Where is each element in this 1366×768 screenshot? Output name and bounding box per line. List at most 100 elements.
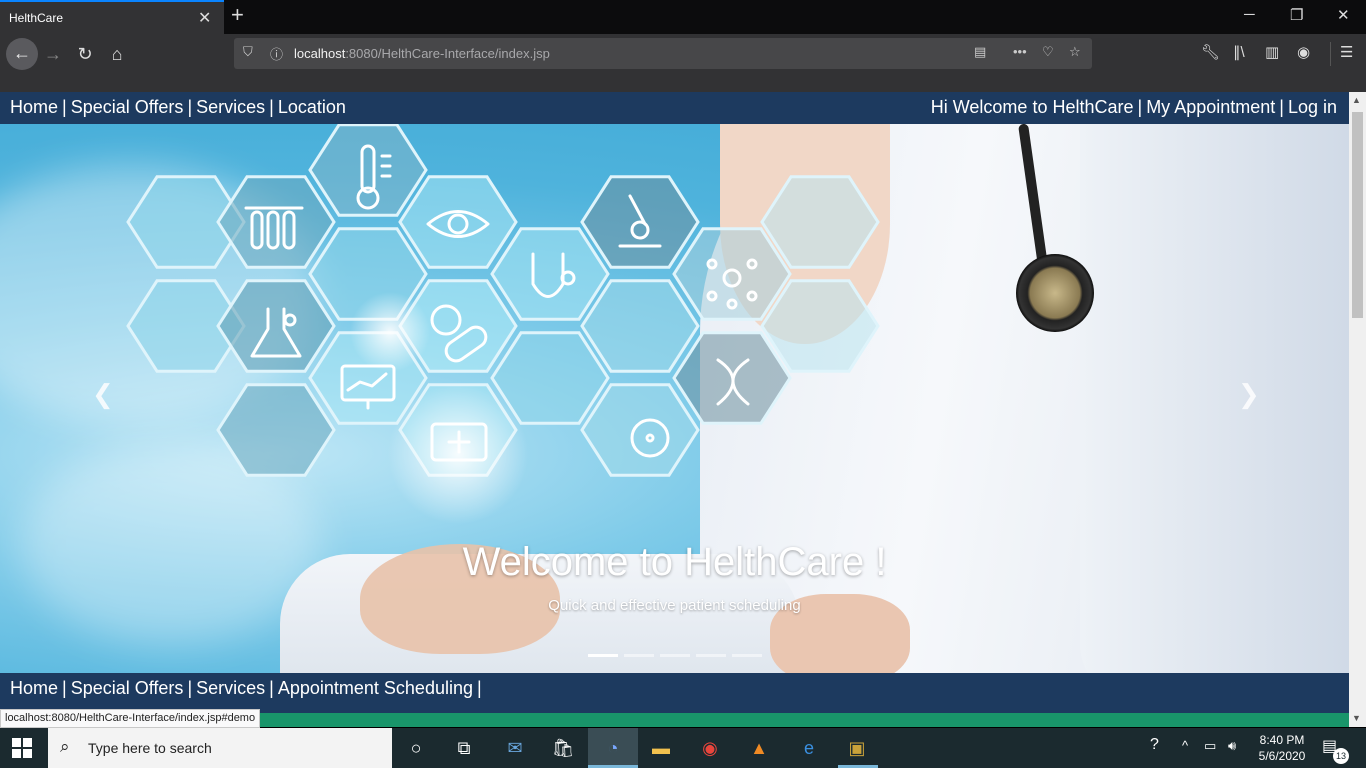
hexagon-tile — [760, 175, 880, 269]
toolbar-bottom — [0, 74, 1366, 92]
bottom-navigation: Home | Special Offers | Services | Appointment… — [0, 673, 1349, 713]
chevron-up-icon[interactable]: ^ — [1182, 738, 1188, 753]
nav-home-link[interactable]: Home — [10, 97, 58, 117]
vlc-icon[interactable]: ▲ — [746, 736, 772, 760]
medical-hexagon-graphic — [126, 124, 880, 524]
firefox-icon[interactable]: ◔ — [600, 736, 626, 760]
top-navigation: Home | Special Offers | Services | Location Hi… — [0, 92, 1349, 124]
hexagon-tile — [490, 227, 610, 321]
hexagon-tile — [216, 175, 336, 269]
hexagon-tile — [760, 279, 880, 373]
carousel-indicator[interactable] — [732, 654, 762, 657]
system-clock[interactable]: 8:40 PM 5/6/2020 — [1252, 732, 1312, 764]
forward-icon[interactable]: → — [39, 40, 67, 68]
login-link[interactable]: Log in — [1288, 97, 1337, 117]
clock-time: 8:40 PM — [1259, 733, 1305, 747]
hexagon-tile — [216, 383, 336, 477]
carousel-prev-icon[interactable]: ❮ — [92, 379, 114, 410]
nav-services-link[interactable]: Services — [196, 97, 265, 117]
search-icon: ⌕ — [60, 737, 70, 756]
carousel-indicators — [588, 644, 768, 662]
hero-carousel: ❮ ❯ Welcome to HelthCare ! Quick and eff… — [0, 124, 1349, 673]
battery-icon[interactable]: ▭ — [1204, 738, 1216, 754]
hexagon-tile — [398, 175, 518, 269]
welcome-link[interactable]: Hi Welcome to HelthCare — [931, 97, 1134, 117]
nav-special-offers-link[interactable]: Special Offers — [71, 97, 184, 117]
pocket-icon[interactable]: ♡ — [1042, 44, 1054, 60]
help-icon[interactable]: ? — [1150, 736, 1159, 754]
page-actions-icon[interactable]: ••• — [1013, 44, 1027, 59]
carousel-indicator[interactable] — [624, 654, 654, 657]
browser-tab[interactable]: HelthCare ✕ — [0, 0, 224, 34]
carousel-title: Welcome to HelthCare ! — [462, 540, 887, 584]
bottom-nav-home[interactable]: Home — [10, 678, 58, 698]
bottom-nav-special-offers[interactable]: Special Offers — [71, 678, 184, 698]
menu-icon[interactable]: ☰ — [1340, 43, 1353, 61]
reader-view-icon[interactable]: ▤ — [974, 44, 986, 60]
restore-icon[interactable]: ❐ — [1290, 6, 1303, 24]
web-page: Home | Special Offers | Services | Location Hi… — [0, 92, 1349, 727]
taskbar-search-box[interactable]: ⌕ Type here to search — [48, 728, 392, 768]
reload-icon[interactable]: ↻ — [71, 40, 99, 68]
hexagon-tile — [580, 279, 700, 373]
bottom-nav-links: Home | Special Offers | Services | Appointment… — [10, 678, 482, 698]
close-window-icon[interactable]: ✕ — [1337, 6, 1350, 24]
vertical-scrollbar[interactable]: ▲ ▼ — [1349, 92, 1366, 727]
hexagon-tile — [580, 383, 700, 477]
tab-title: HelthCare — [9, 11, 64, 25]
toolbar-divider — [1330, 42, 1331, 66]
bottom-nav-appointment-scheduling[interactable]: Appointment Scheduling — [278, 678, 473, 698]
status-bar-url: localhost:8080/HelthCare-Interface/index… — [0, 709, 261, 728]
account-icon[interactable]: ◉ — [1297, 43, 1310, 61]
new-tab-icon[interactable]: + — [231, 4, 244, 26]
chrome-icon[interactable]: ◉ — [697, 736, 723, 760]
mail-icon[interactable]: ✉ — [502, 736, 528, 760]
url-text[interactable]: localhost:8080/HelthCare-Interface/index… — [294, 46, 550, 61]
wrench-icon[interactable]: 🔧︎ — [1201, 43, 1220, 61]
carousel-indicator[interactable] — [588, 654, 618, 657]
minimize-icon[interactable]: ─ — [1244, 6, 1255, 23]
shield-icon[interactable]: ⛉ — [243, 44, 253, 60]
top-nav-right: Hi Welcome to HelthCare | My Appointment | L… — [930, 97, 1337, 117]
clock-date: 5/6/2020 — [1258, 749, 1306, 763]
carousel-next-icon[interactable]: ❯ — [1238, 379, 1260, 410]
nav-location-link[interactable]: Location — [278, 97, 346, 117]
sidebar-icon[interactable]: ▥ — [1265, 43, 1279, 61]
url-path: :8080/HelthCare-Interface/index.jsp — [345, 46, 550, 61]
bookmark-star-icon[interactable]: ☆ — [1069, 44, 1081, 60]
scroll-down-icon[interactable]: ▼ — [1352, 713, 1361, 723]
taskbar-search-placeholder: Type here to search — [88, 740, 212, 756]
task-view-icon[interactable]: ⧉ — [451, 736, 477, 760]
library-icon[interactable]: ∥\ — [1233, 43, 1245, 61]
scrollbar-thumb[interactable] — [1352, 112, 1363, 318]
file-explorer-icon[interactable]: ▬ — [648, 736, 674, 760]
edge-icon[interactable]: e — [796, 736, 822, 760]
cortana-icon[interactable]: ○ — [403, 736, 429, 760]
browser-tab-bar: HelthCare ✕ + ─ ❐ ✕ — [0, 0, 1366, 34]
glow-effect — [388, 384, 528, 524]
carousel-indicator[interactable] — [696, 654, 726, 657]
windows-taskbar: ⌕ Type here to search ○ ⧉ ✉ 🛍︎ ◔ ▬ ◉ ▲ e… — [0, 728, 1366, 768]
address-bar[interactable]: ⛉ ⓘ localhost:8080/HelthCare-Interface/i… — [234, 38, 1092, 69]
hexagon-tile — [308, 124, 428, 217]
carousel-subtitle: Quick and effective patient scheduling — [548, 597, 801, 614]
scroll-up-icon[interactable]: ▲ — [1352, 95, 1361, 105]
glow-effect — [350, 292, 430, 372]
back-icon[interactable]: ← — [6, 38, 38, 70]
bottom-nav-services[interactable]: Services — [196, 678, 265, 698]
hexagon-tile — [216, 279, 336, 373]
url-host: localhost — [294, 46, 346, 61]
notification-count: 13 — [1333, 748, 1349, 764]
windows-start-icon[interactable] — [12, 738, 32, 758]
store-icon[interactable]: 🛍︎ — [550, 736, 576, 760]
info-icon[interactable]: ⓘ — [270, 44, 283, 63]
carousel-indicator[interactable] — [660, 654, 690, 657]
my-appointment-link[interactable]: My Appointment — [1146, 97, 1275, 117]
volume-icon[interactable]: 🔊︎ — [1228, 738, 1236, 754]
browser-toolbar: ← → ↻ ⌂ ⛉ ⓘ localhost:8080/HelthCare-Int… — [0, 34, 1366, 74]
hexagon-tile — [672, 227, 792, 321]
app-icon[interactable]: ▣ — [844, 736, 870, 760]
close-tab-icon[interactable]: ✕ — [198, 8, 211, 28]
top-nav-left: Home | Special Offers | Services | Location — [10, 97, 346, 117]
home-icon[interactable]: ⌂ — [103, 40, 131, 68]
